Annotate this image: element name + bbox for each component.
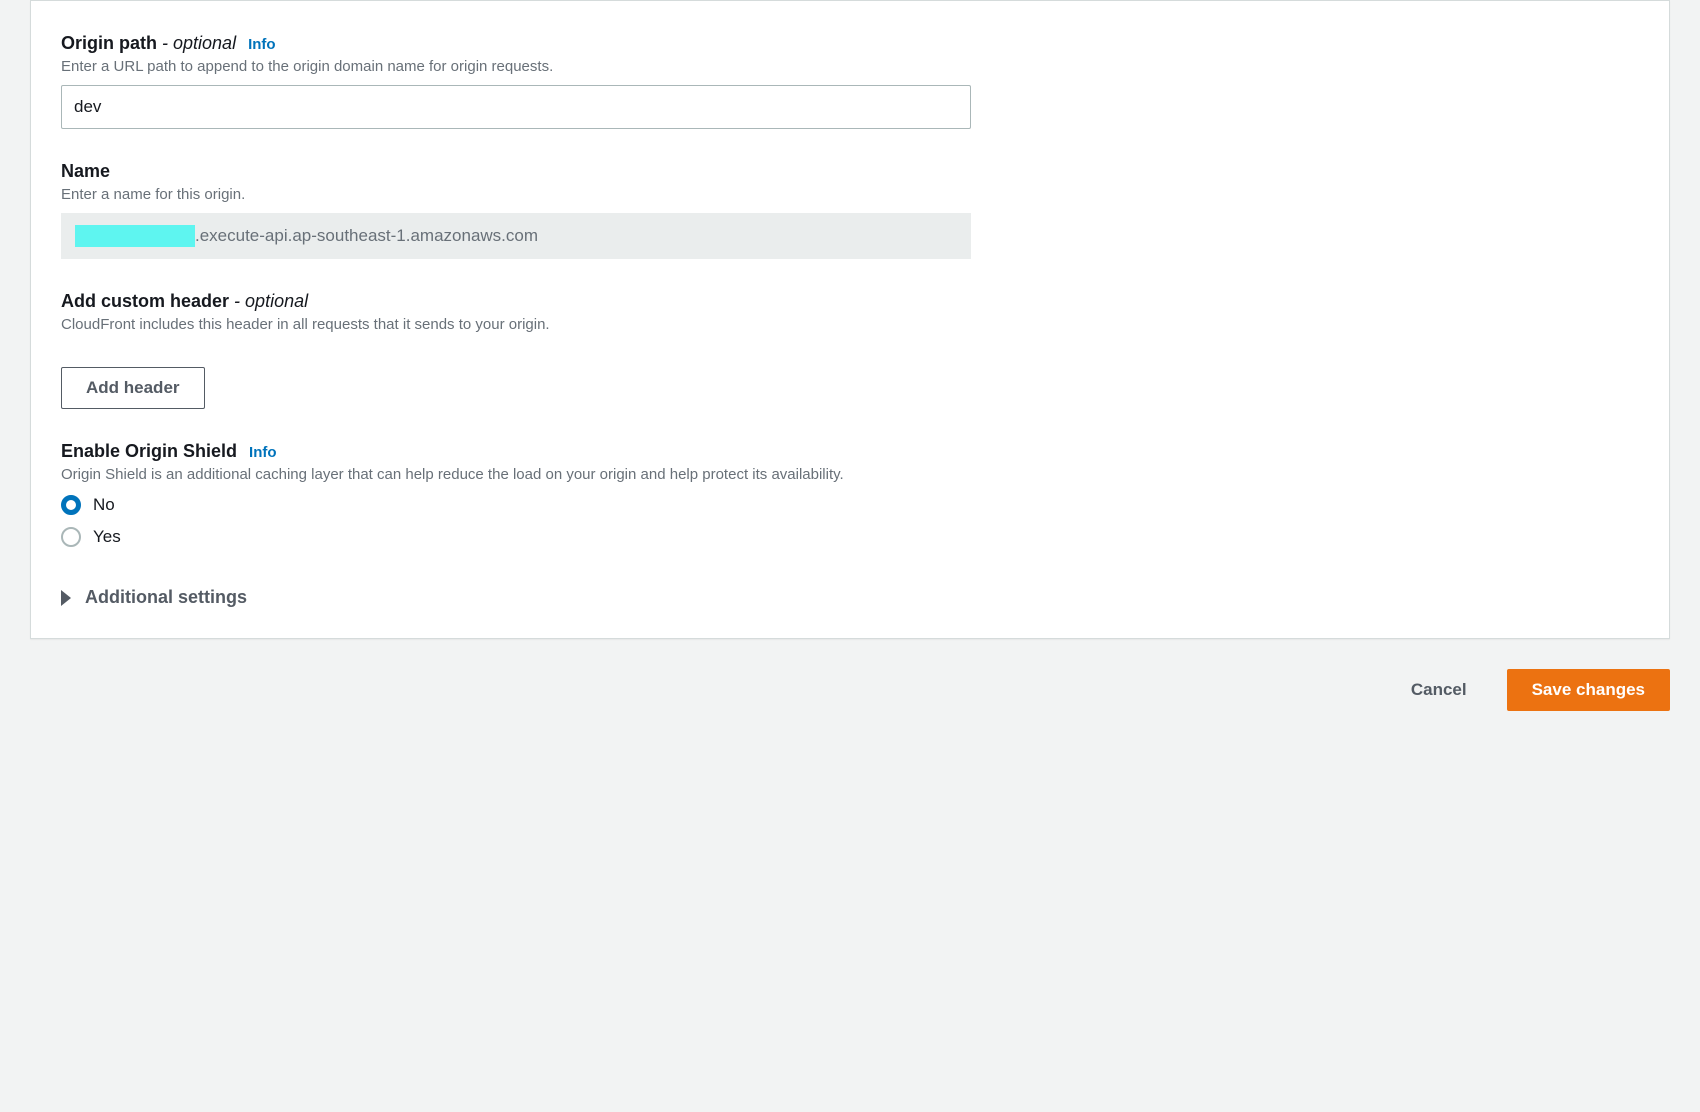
- custom-header-field: Add custom header - optional CloudFront …: [61, 291, 1639, 409]
- origin-shield-no-label: No: [93, 495, 115, 515]
- caret-right-icon: [61, 590, 71, 606]
- origin-shield-field: Enable Origin Shield Info Origin Shield …: [61, 441, 1639, 547]
- origin-shield-radio-no[interactable]: No: [61, 495, 1639, 515]
- origin-path-input[interactable]: [61, 85, 971, 129]
- origin-shield-radio-yes[interactable]: Yes: [61, 527, 1639, 547]
- additional-settings-label: Additional settings: [85, 587, 247, 608]
- footer-actions: Cancel Save changes: [30, 669, 1670, 711]
- origin-settings-panel: Origin path - optional Info Enter a URL …: [30, 0, 1670, 639]
- origin-path-description: Enter a URL path to append to the origin…: [61, 58, 1639, 75]
- origin-path-label: Origin path - optional: [61, 33, 236, 54]
- radio-selected-icon: [61, 495, 81, 515]
- origin-name-suffix: .execute-api.ap-southeast-1.amazonaws.co…: [195, 226, 538, 246]
- cancel-button[interactable]: Cancel: [1387, 669, 1491, 711]
- origin-shield-label: Enable Origin Shield: [61, 441, 237, 462]
- custom-header-label: Add custom header - optional: [61, 291, 308, 312]
- origin-path-field: Origin path - optional Info Enter a URL …: [61, 33, 1639, 129]
- origin-name-field: Name Enter a name for this origin. .exec…: [61, 161, 1639, 259]
- origin-shield-description: Origin Shield is an additional caching l…: [61, 466, 1639, 483]
- radio-unselected-icon: [61, 527, 81, 547]
- origin-name-description: Enter a name for this origin.: [61, 186, 1639, 203]
- add-header-button[interactable]: Add header: [61, 367, 205, 409]
- origin-name-label: Name: [61, 161, 110, 182]
- redacted-prefix: [75, 225, 195, 247]
- origin-shield-yes-label: Yes: [93, 527, 121, 547]
- custom-header-description: CloudFront includes this header in all r…: [61, 316, 1639, 333]
- origin-name-readonly: .execute-api.ap-southeast-1.amazonaws.co…: [61, 213, 971, 259]
- origin-shield-info-link[interactable]: Info: [249, 444, 277, 461]
- additional-settings-toggle[interactable]: Additional settings: [61, 587, 1639, 608]
- origin-path-info-link[interactable]: Info: [248, 36, 276, 53]
- save-changes-button[interactable]: Save changes: [1507, 669, 1670, 711]
